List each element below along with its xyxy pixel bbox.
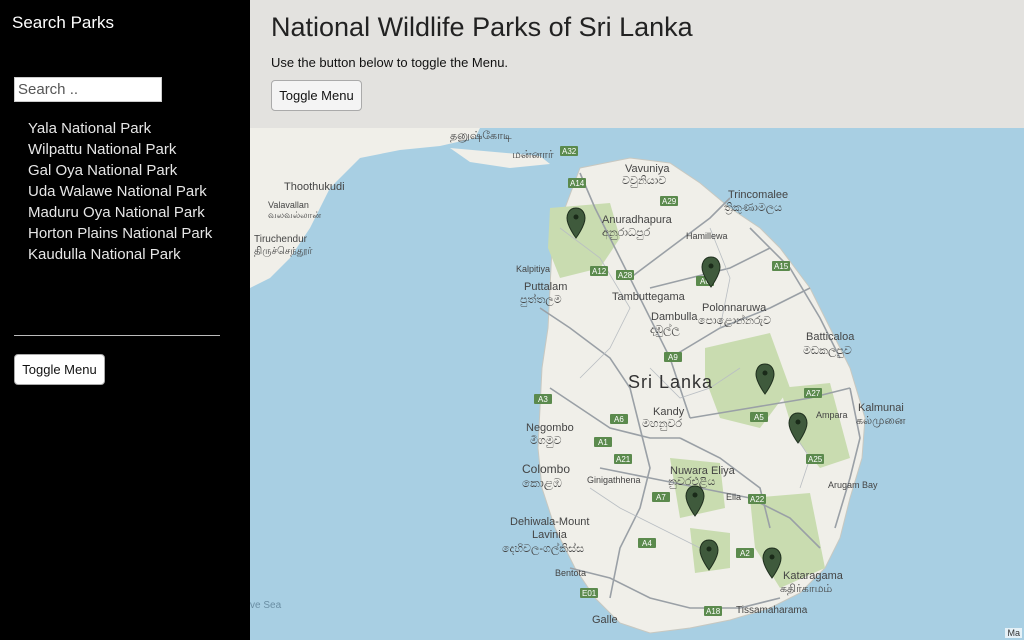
map-label-kandy-si: මහනුවර [642, 418, 682, 430]
map-label-negombo: Negombo [526, 422, 574, 434]
map-label-dambulla-si: දඹුල්ල [650, 322, 680, 337]
map-label-valavallan-tamil: வலவல்லான் [268, 210, 321, 220]
map-label-tambuttegama: Tambuttegama [612, 291, 686, 303]
map-label-galle: Galle [592, 614, 618, 626]
header-toggle-menu-button[interactable]: Toggle Menu [271, 80, 362, 111]
svg-text:A21: A21 [616, 455, 631, 464]
map-label-ella: Ella [726, 492, 741, 502]
park-list-item-uda-walawe[interactable]: Uda Walawe National Park [28, 181, 212, 202]
map-label-valavallan: Valavallan [268, 200, 309, 210]
sidebar: Search Parks Yala National Park Wilpattu… [0, 0, 250, 640]
svg-text:A5: A5 [754, 413, 764, 422]
svg-text:A28: A28 [618, 271, 633, 280]
map-label-country: Sri Lanka [628, 372, 713, 392]
map-label-tissamaharama: Tissamaharama [736, 605, 808, 616]
map-label-anuradhapura: Anuradhapura [602, 214, 673, 226]
svg-text:A14: A14 [570, 179, 585, 188]
map-label-tiruchendur: Tiruchendur [254, 234, 308, 245]
map-label-kandy: Kandy [653, 406, 685, 418]
map-label-kalpitiya: Kalpitiya [516, 264, 550, 274]
map-label-kataragama: Kataragama [783, 570, 844, 582]
map-label-vavuniya-si: වවුනියාව [622, 175, 666, 187]
map-label-kalmunai-ta: கல்முனை [856, 415, 906, 427]
park-list-item-wilpattu[interactable]: Wilpattu National Park [28, 139, 212, 160]
map-label-sea: ve Sea [250, 600, 282, 611]
svg-text:A7: A7 [656, 493, 666, 502]
svg-text:A15: A15 [774, 262, 789, 271]
map-canvas[interactable]: தனுஷ்கோடி மன்னார் Thoothukudi Valavallan… [250, 128, 1024, 640]
page-description: Use the button below to toggle the Menu. [271, 55, 509, 70]
svg-text:A32: A32 [562, 147, 577, 156]
svg-text:A18: A18 [706, 607, 721, 616]
sidebar-title: Search Parks [12, 13, 115, 32]
map-label-ampara: Ampara [816, 410, 848, 420]
svg-text:A22: A22 [750, 495, 765, 504]
svg-text:A9: A9 [668, 353, 678, 362]
map-label-tiruchendur-tamil: திருச்செந்தூர் [254, 246, 313, 257]
park-list-item-maduru-oya[interactable]: Maduru Oya National Park [28, 202, 212, 223]
map-label-arugam-bay: Arugam Bay [828, 480, 878, 490]
park-list-item-yala[interactable]: Yala National Park [28, 118, 212, 139]
park-list: Yala National Park Wilpattu National Par… [28, 118, 212, 265]
map-label-polonnaruwa-si: පොළොන්නරුව [698, 313, 771, 328]
map-label-hamillewa: Hamillewa [686, 231, 728, 241]
map-label-polonnaruwa: Polonnaruwa [702, 302, 767, 314]
svg-text:A3: A3 [538, 395, 548, 404]
svg-text:A2: A2 [740, 549, 750, 558]
sidebar-toggle-menu-button[interactable]: Toggle Menu [14, 354, 105, 385]
map-label-batticaloa-si: මඩකලපුව [803, 345, 852, 358]
map-label-thoothukudi: Thoothukudi [284, 181, 345, 193]
svg-text:A6: A6 [614, 415, 624, 424]
svg-text:A29: A29 [662, 197, 677, 206]
search-input[interactable] [14, 77, 162, 102]
map-label-lavinia: Lavinia [532, 529, 568, 541]
park-list-item-horton-plains[interactable]: Horton Plains National Park [28, 223, 212, 244]
map-label-negombo-si: මීගමුව [530, 435, 562, 447]
map-label-puttalam: Puttalam [524, 281, 567, 293]
park-list-item-kaudulla[interactable]: Kaudulla National Park [28, 244, 212, 265]
map[interactable]: தனுஷ்கோடி மன்னார் Thoothukudi Valavallan… [250, 128, 1024, 640]
svg-text:A12: A12 [592, 267, 607, 276]
map-label-kataragama-ta: கதிர்காமம் [780, 583, 832, 595]
map-label-thanushkodi: தனுஷ்கோடி [450, 130, 512, 142]
park-list-item-gal-oya[interactable]: Gal Oya National Park [28, 160, 212, 181]
page-title: National Wildlife Parks of Sri Lanka [271, 12, 693, 42]
svg-text:A27: A27 [806, 389, 821, 398]
svg-text:A4: A4 [642, 539, 652, 548]
map-label-colombo-si: කොළඹ [522, 476, 562, 491]
map-label-dehiwala: Dehiwala-Mount [510, 516, 589, 528]
map-label-dambulla: Dambulla [651, 311, 698, 323]
map-label-ginigathhena: Ginigathhena [587, 475, 641, 485]
map-label-bentota: Bentota [555, 568, 586, 578]
header: National Wildlife Parks of Sri Lanka Use… [250, 0, 1024, 128]
map-label-trincomalee-si: ත්‍රිකුණාමලය [724, 202, 782, 215]
map-label-colombo: Colombo [522, 462, 570, 476]
sidebar-divider [14, 335, 220, 336]
map-label-mannar: மன்னார் [512, 149, 554, 161]
svg-text:A1: A1 [598, 438, 608, 447]
map-label-anuradhapura-si: අනුරාධපුර [602, 227, 651, 240]
map-label-puttalam-si: පුත්තලම [520, 292, 562, 307]
svg-text:A25: A25 [808, 455, 823, 464]
map-footer: Ma [1005, 628, 1022, 638]
map-label-vavuniya: Vavuniya [625, 163, 670, 175]
map-label-batticaloa: Batticaloa [806, 331, 855, 343]
map-label-kalmunai: Kalmunai [858, 402, 904, 414]
map-label-dehiwala-si: දෙහිවල-ගල්කිස්ස [502, 541, 584, 556]
map-label-trincomalee: Trincomalee [728, 189, 788, 201]
svg-text:E01: E01 [582, 589, 597, 598]
